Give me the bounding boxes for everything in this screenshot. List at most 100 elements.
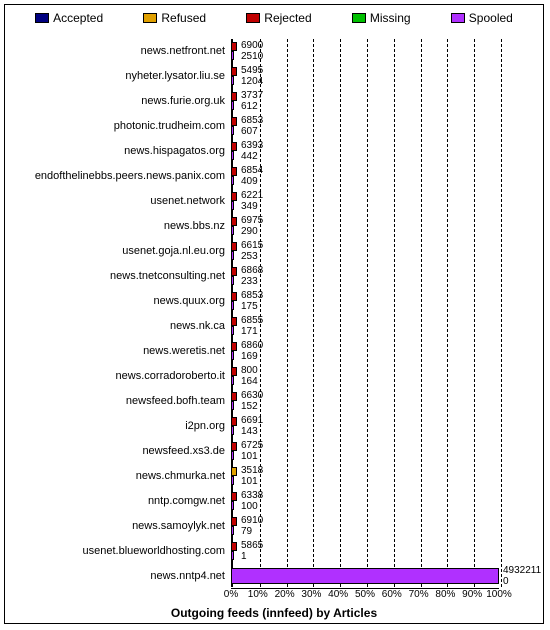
bar-spooled — [231, 101, 234, 110]
bar-spooled — [231, 568, 499, 584]
chart-row: usenet.network6221349 — [5, 189, 543, 213]
bar-spooled — [231, 551, 234, 560]
bar-rejected — [231, 417, 237, 426]
bar-spooled — [231, 476, 234, 485]
chart-row: news.hispagatos.org6393442 — [5, 139, 543, 163]
value-label: 6853 — [241, 116, 263, 126]
bar-spooled — [231, 401, 234, 410]
value-label: 6975 — [241, 216, 263, 226]
category-label: news.nk.ca — [170, 314, 225, 338]
value-label: 79 — [241, 527, 252, 537]
value-label: 233 — [241, 277, 258, 287]
value-label: 171 — [241, 327, 258, 337]
x-axis: 0%10%20%30%40%50%60%70%80%90%100% — [231, 588, 499, 603]
value-label: 607 — [241, 127, 258, 137]
category-label: news.hispagatos.org — [124, 139, 225, 163]
value-label: 253 — [241, 252, 258, 262]
chart-row: newsfeed.xs3.de6725101 — [5, 439, 543, 463]
x-tick: 20% — [275, 589, 295, 600]
x-tick: 40% — [328, 589, 348, 600]
chart-row: i2pn.org6691143 — [5, 414, 543, 438]
x-tick: 90% — [462, 589, 482, 600]
x-tick: 80% — [435, 589, 455, 600]
legend-label: Missing — [370, 11, 411, 25]
bar-spooled — [231, 276, 234, 285]
bar-spooled — [231, 351, 234, 360]
value-label: 6854 — [241, 166, 263, 176]
value-label: 290 — [241, 227, 258, 237]
bar-spooled — [231, 251, 234, 260]
value-label: 6855 — [241, 316, 263, 326]
legend: Accepted Refused Rejected Missing Spoole… — [5, 11, 543, 25]
bar-spooled — [231, 526, 234, 535]
legend-item-accepted: Accepted — [35, 11, 103, 25]
bar-refused — [231, 467, 237, 476]
bar-spooled — [231, 176, 234, 185]
bar-spooled — [231, 301, 234, 310]
x-tick: 0% — [224, 589, 238, 600]
bar-rejected — [231, 167, 237, 176]
bar-rejected — [231, 192, 237, 201]
category-label: photonic.trudheim.com — [114, 114, 225, 138]
x-tick: 70% — [409, 589, 429, 600]
value-label: 152 — [241, 402, 258, 412]
value-label: 349 — [241, 202, 258, 212]
category-label: news.nntp4.net — [150, 564, 225, 588]
category-label: i2pn.org — [185, 414, 225, 438]
value-label: 2510 — [241, 52, 263, 62]
x-tick: 10% — [248, 589, 268, 600]
value-label: 101 — [241, 477, 258, 487]
legend-item-spooled: Spooled — [451, 11, 513, 25]
x-tick: 50% — [355, 589, 375, 600]
category-label: news.weretis.net — [143, 339, 225, 363]
value-label: 612 — [241, 102, 258, 112]
bar-spooled — [231, 201, 234, 210]
chart-row: newsfeed.bofh.team6630152 — [5, 389, 543, 413]
value-label: 164 — [241, 377, 258, 387]
value-label: 169 — [241, 352, 258, 362]
value-label: 175 — [241, 302, 258, 312]
value-label: 6630 — [241, 391, 263, 401]
bar-rejected — [231, 442, 237, 451]
value-label: 4932211 — [503, 566, 541, 576]
value-label: 6910 — [241, 516, 263, 526]
value-label: 0 — [503, 577, 509, 587]
value-label: 6691 — [241, 416, 263, 426]
value-label: 3737 — [241, 91, 263, 101]
category-label: news.corradoroberto.it — [116, 364, 225, 388]
bar-rejected — [231, 342, 237, 351]
bar-spooled — [231, 226, 234, 235]
chart-row: news.corradoroberto.it800164 — [5, 364, 543, 388]
bar-rejected — [231, 217, 237, 226]
value-label: 3518 — [241, 466, 263, 476]
bar-spooled — [231, 51, 234, 60]
value-label: 5495 — [241, 66, 263, 76]
bar-spooled — [231, 76, 234, 85]
legend-label: Rejected — [264, 11, 311, 25]
chart-row: news.bbs.nz6975290 — [5, 214, 543, 238]
value-label: 101 — [241, 452, 258, 462]
bar-rejected — [231, 42, 237, 51]
value-label: 6615 — [241, 241, 263, 251]
category-label: news.quux.org — [153, 289, 225, 313]
chart-row: news.quux.org 6853175 — [5, 289, 543, 313]
bar-spooled — [231, 376, 234, 385]
x-tick: 30% — [301, 589, 321, 600]
chart-row: news.nk.ca 6855171 — [5, 314, 543, 338]
swatch-missing-icon — [352, 13, 366, 23]
bar-rejected — [231, 392, 237, 401]
chart-row: news.nntp4.net 49322110 — [5, 564, 543, 588]
chart-row: nntp.comgw.net6338100 — [5, 489, 543, 513]
chart-row: news.weretis.net6860169 — [5, 339, 543, 363]
bar-rejected — [231, 542, 237, 551]
chart-title: Outgoing feeds (innfeed) by Articles — [5, 606, 543, 620]
value-label: 6853 — [241, 291, 263, 301]
value-label: 6900 — [241, 41, 263, 51]
bar-spooled — [231, 151, 234, 160]
value-label: 6725 — [241, 441, 263, 451]
swatch-accepted-icon — [35, 13, 49, 23]
bar-rejected — [231, 242, 237, 251]
swatch-rejected-icon — [246, 13, 260, 23]
bar-spooled — [231, 451, 234, 460]
chart-row: news.netfront.net69002510 — [5, 39, 543, 63]
